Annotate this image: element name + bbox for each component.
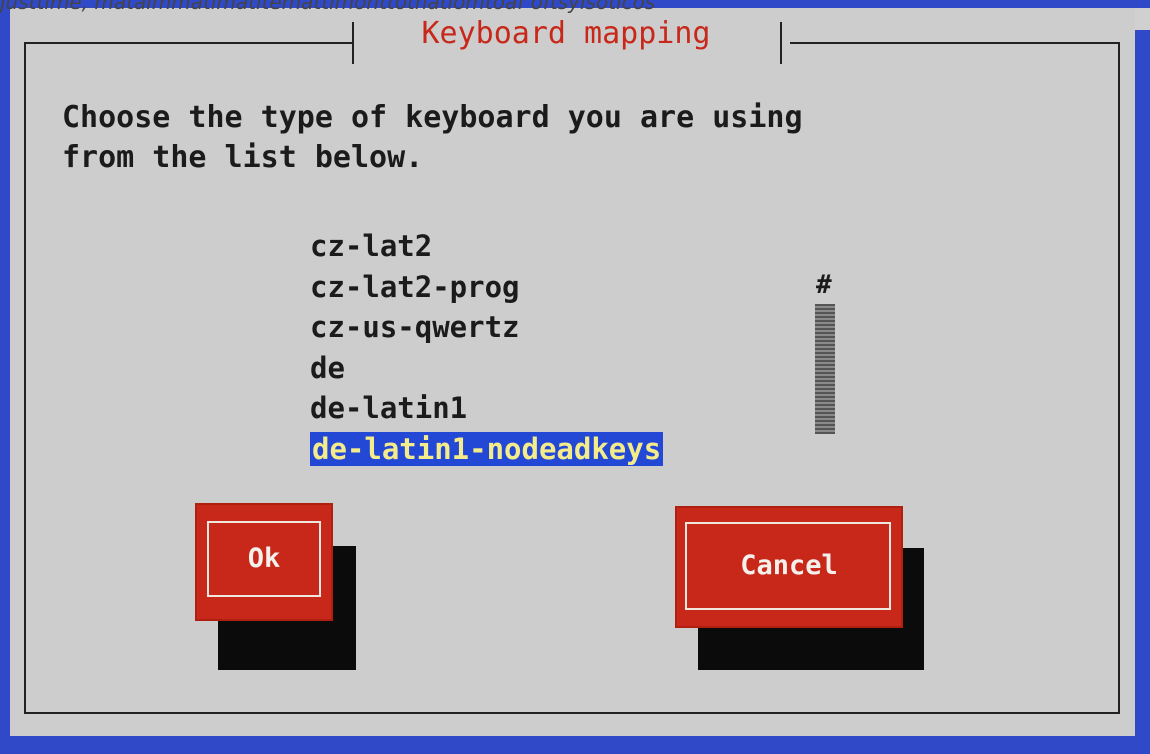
dialog-frame-left xyxy=(24,42,26,712)
keymap-item-label: cz-lat2-prog xyxy=(310,269,520,304)
cancel-button[interactable]: Cancel xyxy=(675,506,903,628)
screen-border-left xyxy=(0,0,10,754)
prompt-line-2: from the list below. xyxy=(62,140,424,175)
dialog-frame-top-left xyxy=(24,42,354,44)
screen-border-right xyxy=(1134,30,1150,754)
ok-button[interactable]: Ok xyxy=(195,503,333,621)
ok-button-label: Ok xyxy=(247,543,281,574)
dialog-frame-right xyxy=(1118,42,1120,712)
prompt-line-1: Choose the type of keyboard you are usin… xyxy=(62,100,803,135)
keymap-item-label: cz-lat2 xyxy=(310,229,433,263)
scrollbar-thumb[interactable] xyxy=(815,304,835,434)
dialog-frame-bottom xyxy=(24,712,1120,714)
keymap-item-selected[interactable]: de-latin1-nodeadkeys xyxy=(310,429,664,470)
keymap-item-label: cz-us-qwertz xyxy=(310,310,520,344)
keymap-item-label: de-latin1 xyxy=(310,391,468,425)
keymap-item[interactable]: cz-us-qwertz xyxy=(310,307,663,348)
scrollbar-marker: # xyxy=(816,270,832,300)
keymap-item-label: de xyxy=(310,350,345,385)
screen-border-bottom xyxy=(0,736,1150,754)
screen: Keyboard mapping Choose the type of keyb… xyxy=(0,0,1150,754)
cancel-button-label: Cancel xyxy=(740,550,838,581)
dialog-prompt: Choose the type of keyboard you are usin… xyxy=(62,98,803,178)
title-bracket-right xyxy=(780,22,782,64)
keymap-item[interactable]: cz-lat2-prog xyxy=(310,267,663,308)
keymap-item[interactable]: de-latin1 xyxy=(310,388,663,429)
dialog-title: Keyboard mapping xyxy=(421,16,711,51)
keyboard-mapping-dialog: Keyboard mapping Choose the type of keyb… xyxy=(10,8,1135,736)
dialog-frame-top-right xyxy=(790,42,1120,44)
keymap-item[interactable]: de xyxy=(310,348,663,389)
keymap-item[interactable]: cz-lat2 xyxy=(310,226,663,267)
title-bracket-left xyxy=(352,22,354,64)
keymap-list[interactable]: cz-lat2 cz-lat2-prog cz-us-qwertz de de-… xyxy=(310,226,664,470)
cropped-header-text: justtime, mataimmatimatitemattimonttotha… xyxy=(0,0,656,14)
keymap-item-label: de-latin1-nodeadkeys xyxy=(310,431,664,466)
